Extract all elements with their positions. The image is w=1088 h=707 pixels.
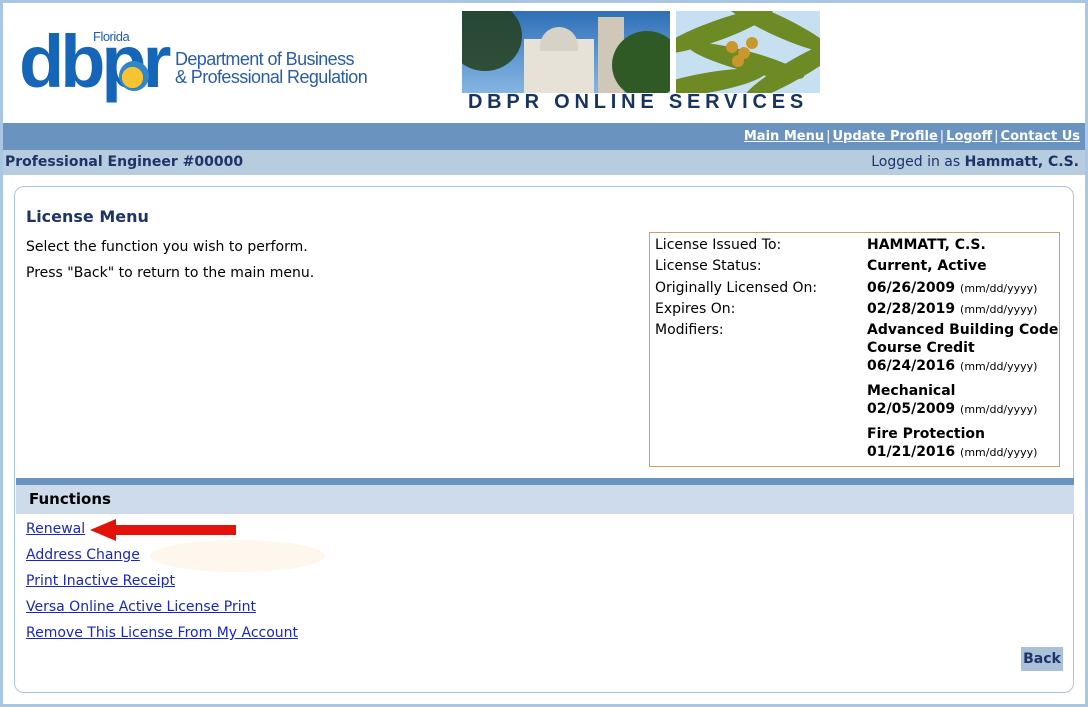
- page-title: License Menu: [26, 207, 149, 226]
- back-instruction-text: Press "Back" to return to the main menu.: [26, 265, 315, 281]
- redaction-smudge: [150, 540, 325, 572]
- palm-tree-photo: [676, 11, 820, 93]
- logo-sun-icon: [119, 61, 149, 91]
- logged-in-status: Logged in as Hammatt, C.S.: [871, 154, 1079, 170]
- instruction-text: Select the function you wish to perform.: [26, 239, 308, 255]
- license-title-bar: Professional Engineer #00000 Logged in a…: [3, 150, 1085, 175]
- header-banner-image: [462, 11, 820, 93]
- function-remove-license-link[interactable]: Remove This License From My Account: [26, 625, 298, 641]
- header: dbpr Florida Department of Business & Pr…: [3, 3, 1085, 123]
- logged-in-user: Hammatt, C.S.: [964, 154, 1079, 170]
- back-button[interactable]: Back: [1021, 647, 1063, 671]
- dbpr-logo[interactable]: dbpr Florida Department of Business & Pr…: [19, 25, 379, 105]
- nav-update-profile[interactable]: Update Profile: [832, 129, 937, 144]
- red-arrow-annotation-icon: [90, 519, 236, 541]
- nav-logoff[interactable]: Logoff: [946, 129, 992, 144]
- banner-title: DBPR ONLINE SERVICES: [467, 91, 809, 113]
- license-title: Professional Engineer #00000: [5, 154, 244, 170]
- function-address-change-link[interactable]: Address Change: [26, 547, 140, 563]
- functions-header: Functions: [16, 485, 1074, 514]
- logo-florida: Florida: [93, 29, 130, 44]
- function-versa-print-link[interactable]: Versa Online Active License Print: [26, 599, 256, 615]
- license-menu-panel: License Menu Select the function you wis…: [14, 186, 1074, 693]
- function-print-inactive-receipt-link[interactable]: Print Inactive Receipt: [26, 573, 175, 589]
- status-badge: Current, Active: [867, 258, 987, 274]
- function-renewal-link[interactable]: Renewal: [26, 521, 85, 537]
- nav-main-menu[interactable]: Main Menu: [744, 129, 824, 144]
- capitol-photo: [462, 11, 670, 93]
- logo-dept-line2: & Professional Regulation: [175, 67, 368, 87]
- license-info-box: License Issued To: HAMMATT, C.S. License…: [649, 232, 1060, 467]
- nav-contact-us[interactable]: Contact Us: [1001, 129, 1080, 144]
- top-nav: Main Menu | Update Profile | Logoff | Contact …: [3, 123, 1085, 150]
- functions-divider: [16, 478, 1074, 485]
